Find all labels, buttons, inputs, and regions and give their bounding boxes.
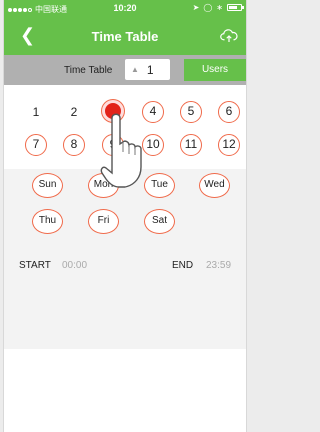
schedule-panel: 1 2 3 4 5 6 7 8 9 10 11 12 Sun Mon Tue W… [4,85,246,432]
page-title: Time Table [91,29,159,44]
cloud-upload-icon[interactable] [220,27,238,45]
hour-button-selected[interactable]: 3 [102,100,124,122]
hour-button[interactable]: 7 [25,134,47,156]
day-button-thu[interactable]: Thu [32,209,63,234]
end-label: END [172,260,194,271]
time-table-number-field[interactable]: ▲ 1 [125,59,170,80]
hour-button[interactable]: 11 [180,134,202,156]
hour-button[interactable]: 4 [142,101,164,123]
hour-button[interactable]: 8 [63,134,85,156]
time-table-number-value: 1 [146,62,154,77]
day-button-sat[interactable]: Sat [144,209,175,234]
location-icon: ➤ [192,3,200,12]
day-button-sun[interactable]: Sun [32,173,63,198]
time-table-selector: Time Table ▲ 1 Users [4,55,246,85]
day-button-fri[interactable]: Fri [88,209,119,234]
users-button[interactable]: Users [184,59,246,81]
start-label: START [19,260,51,271]
hour-button[interactable]: 12 [218,134,240,156]
triangle-up-icon: ▲ [131,65,139,74]
nav-bar: ❮ Time Table [4,17,246,55]
day-button-wed[interactable]: Wed [199,173,230,198]
hour-button[interactable]: 5 [180,101,202,123]
start-time-value[interactable]: 00:00 [62,260,87,271]
day-button-tue[interactable]: Tue [144,173,175,198]
end-time-value[interactable]: 23:59 [206,260,231,271]
phone-screen: 中国联通 10:20 ➤ ◯ ∗ ❮ Time Table Time Table… [3,0,247,432]
day-button-mon[interactable]: Mon [88,173,119,198]
hour-button[interactable]: 9 [102,134,124,156]
hour-button[interactable]: 1 [25,101,47,123]
hour-button[interactable]: 10 [142,134,164,156]
status-bar: 中国联通 10:20 ➤ ◯ ∗ [4,0,246,17]
hour-button[interactable]: 6 [218,101,240,123]
battery-icon [227,4,244,11]
alarm-icon: ◯ [203,3,213,12]
hour-button[interactable]: 2 [63,101,85,123]
bluetooth-icon: ∗ [216,3,223,12]
time-table-label: Time Table [64,65,113,76]
